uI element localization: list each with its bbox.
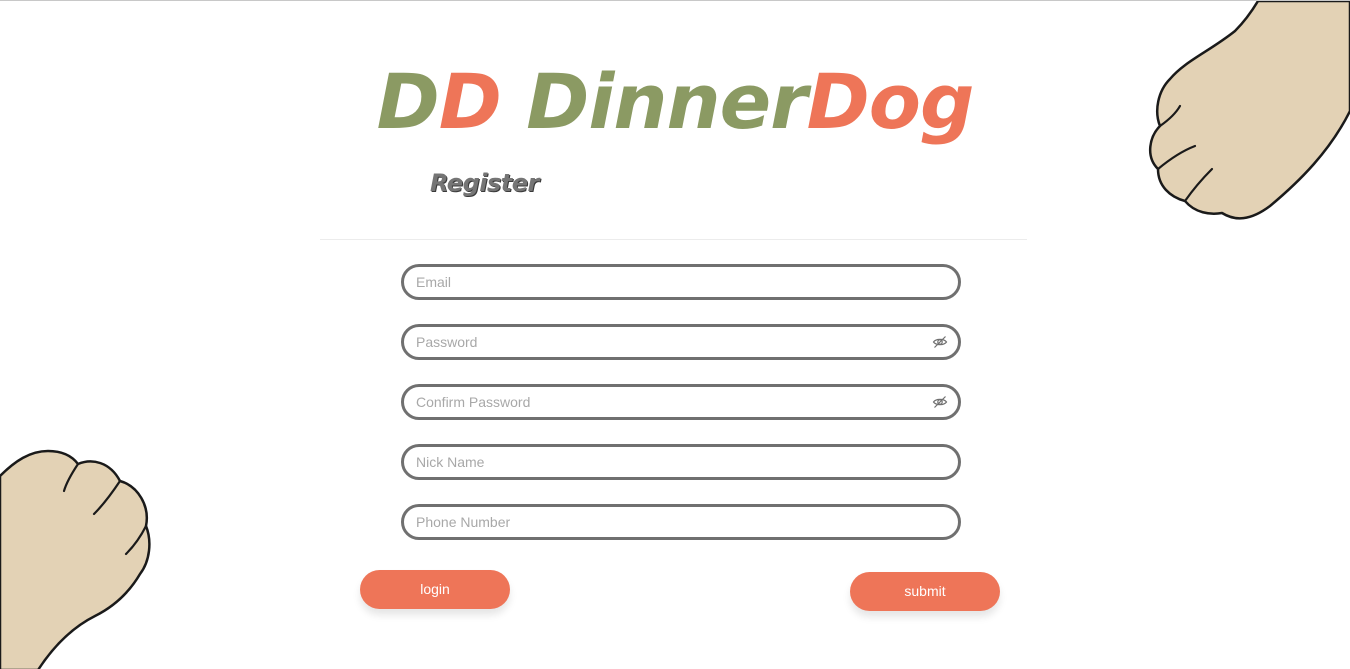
logo-text-d1: D <box>376 57 440 146</box>
register-page: DD DinnerDog Register login submit <box>0 0 1350 669</box>
paw-illustration-bottom-left <box>0 449 151 669</box>
submit-button[interactable]: submit <box>850 572 1000 611</box>
eye-slash-icon[interactable] <box>932 334 948 350</box>
email-field <box>401 264 961 300</box>
login-button[interactable]: login <box>360 570 510 609</box>
nick-name-field <box>401 444 961 480</box>
page-title: Register <box>430 169 539 197</box>
confirm-password-field <box>401 384 961 420</box>
password-field <box>401 324 961 360</box>
nick-name-input[interactable] <box>416 447 916 477</box>
password-input[interactable] <box>416 327 916 357</box>
brand-logo: DD DinnerDog <box>0 57 1350 147</box>
phone-number-field <box>401 504 961 540</box>
confirm-password-input[interactable] <box>416 387 916 417</box>
phone-number-input[interactable] <box>416 507 916 537</box>
eye-slash-icon[interactable] <box>932 394 948 410</box>
logo-text-dog: Dog <box>806 57 975 146</box>
divider <box>320 239 1027 240</box>
email-input[interactable] <box>416 267 916 297</box>
logo-text-dinner: Dinner <box>500 57 807 146</box>
logo-text-d2: D <box>438 57 502 146</box>
